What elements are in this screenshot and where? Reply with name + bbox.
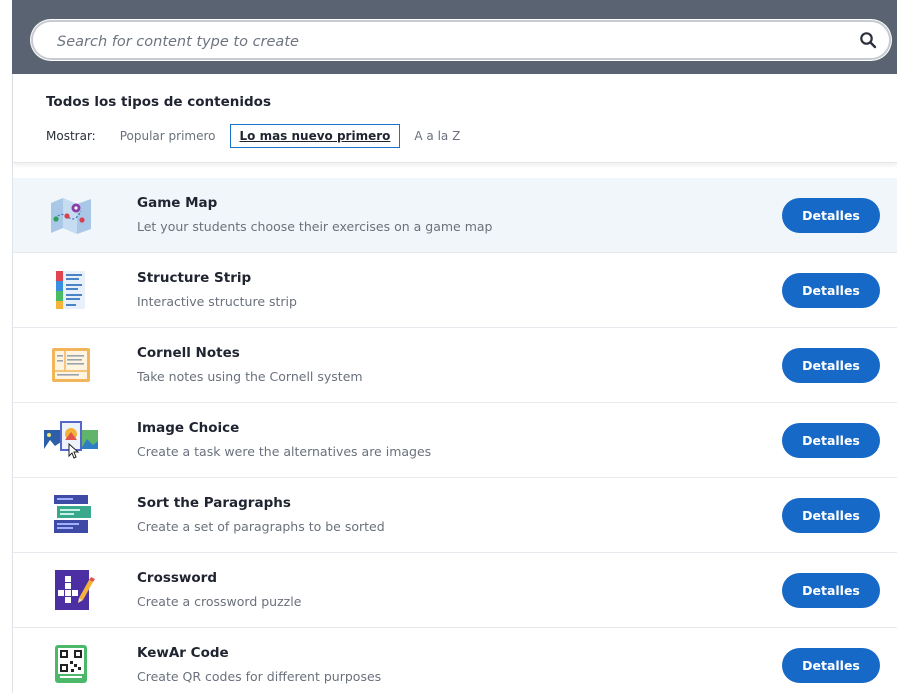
content-type-header: Todos los tipos de contenidos Mostrar: P…	[13, 74, 897, 163]
sort-label: Mostrar:	[46, 129, 96, 143]
item-description: Interactive structure strip	[137, 294, 297, 309]
details-button[interactable]: Detalles	[782, 198, 880, 233]
sort-paragraphs-icon	[54, 495, 91, 533]
crossword-icon	[55, 570, 95, 610]
search-field[interactable]	[31, 20, 891, 60]
item-description: Take notes using the Cornell system	[137, 369, 363, 384]
item-title: Cornell Notes	[137, 345, 240, 361]
list-item[interactable]: Structure Strip Interactive structure st…	[13, 253, 897, 328]
list-item[interactable]: Game Map Let your students choose their …	[13, 178, 897, 253]
page-title: Todos los tipos de contenidos	[46, 94, 271, 110]
details-button[interactable]: Detalles	[782, 348, 880, 383]
list-item[interactable]: Image Choice Create a task were the alte…	[13, 403, 897, 478]
list-item[interactable]: KewAr Code Create QR codes for different…	[13, 628, 897, 693]
sort-option-popular[interactable]: Popular primero	[110, 124, 226, 148]
cornell-notes-icon	[52, 348, 90, 382]
sort-option-newest[interactable]: Lo mas nuevo primero	[229, 124, 401, 148]
item-description: Create a crossword puzzle	[137, 594, 302, 609]
item-title: Sort the Paragraphs	[137, 495, 291, 511]
details-button[interactable]: Detalles	[782, 498, 880, 533]
image-choice-icon	[44, 421, 98, 459]
details-button[interactable]: Detalles	[782, 573, 880, 608]
list-item[interactable]: Sort the Paragraphs Create a set of para…	[13, 478, 897, 553]
details-button[interactable]: Detalles	[782, 423, 880, 458]
content-type-list: Game Map Let your students choose their …	[13, 178, 897, 693]
list-item[interactable]: Crossword Create a crossword puzzle Deta…	[13, 553, 897, 628]
details-button[interactable]: Detalles	[782, 648, 880, 683]
search-input[interactable]	[55, 30, 839, 54]
item-description: Create a task were the alternatives are …	[137, 444, 432, 459]
details-button[interactable]: Detalles	[782, 273, 880, 308]
item-description: Create QR codes for different purposes	[137, 669, 382, 684]
item-description: Let your students choose their exercises…	[137, 219, 493, 234]
item-title: Crossword	[137, 570, 217, 586]
content-type-browser: Todos los tipos de contenidos Mostrar: P…	[0, 0, 897, 693]
sort-option-alphabetical[interactable]: A a la Z	[404, 124, 470, 148]
list-item[interactable]: Cornell Notes Take notes using the Corne…	[13, 328, 897, 403]
game-map-icon	[51, 198, 91, 234]
search-icon[interactable]	[859, 31, 877, 49]
item-title: Game Map	[137, 195, 218, 211]
item-description: Create a set of paragraphs to be sorted	[137, 519, 385, 534]
structure-strip-icon	[56, 271, 85, 309]
item-title: Image Choice	[137, 420, 240, 436]
item-title: KewAr Code	[137, 645, 229, 661]
sort-options: Mostrar: Popular primero Lo mas nuevo pr…	[46, 124, 470, 148]
item-title: Structure Strip	[137, 270, 252, 286]
search-bar	[12, 0, 897, 74]
qr-code-icon	[55, 645, 87, 683]
